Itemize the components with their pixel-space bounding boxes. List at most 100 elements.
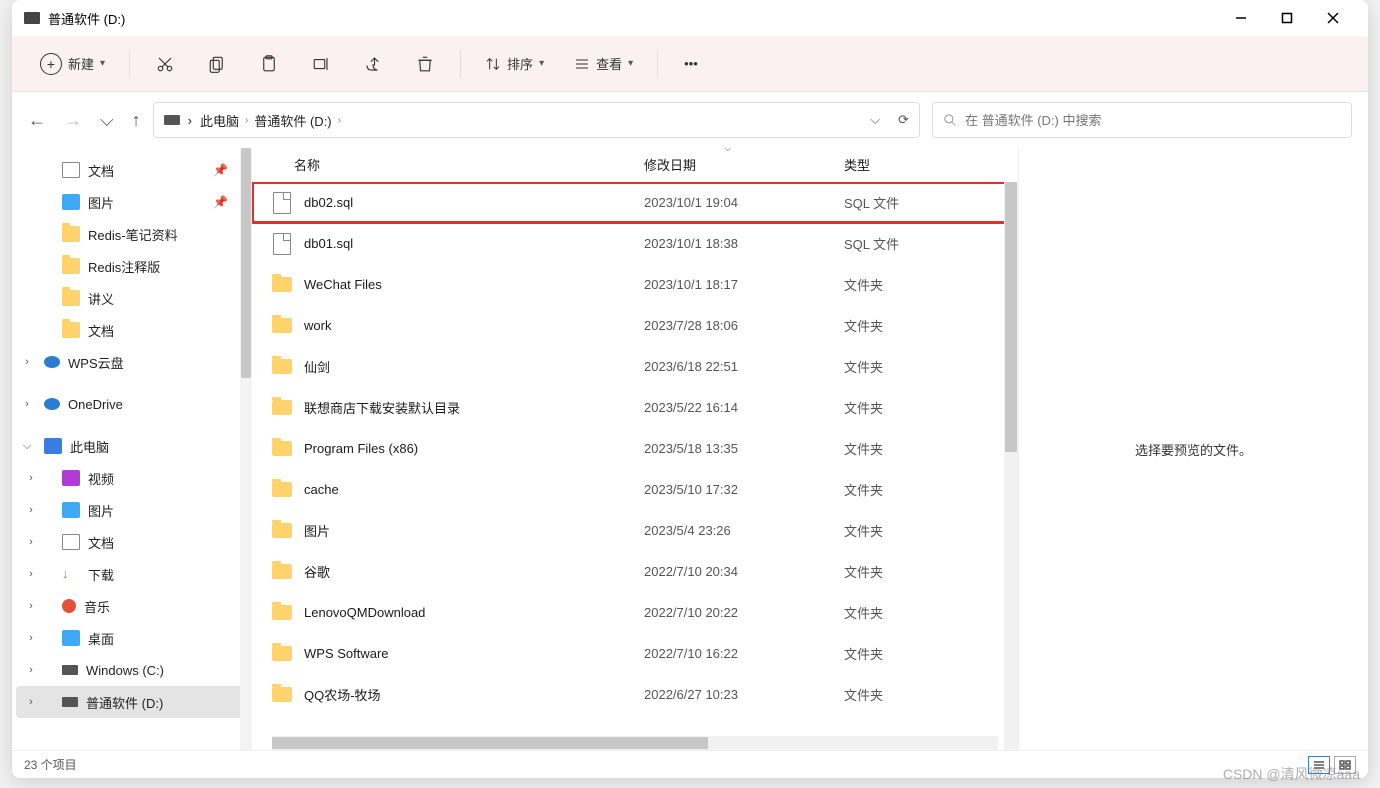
- sidebar-item[interactable]: ›视频: [16, 462, 248, 494]
- chevron-right-icon: ›: [20, 356, 34, 368]
- sidebar-item[interactable]: ›音乐: [16, 590, 248, 622]
- pic-icon: [62, 630, 80, 646]
- file-row[interactable]: QQ农场-牧场2022/6/27 10:23文件夹: [252, 674, 1018, 715]
- pic-icon: [62, 194, 80, 210]
- dropdown-button[interactable]: ⌵: [870, 112, 880, 128]
- refresh-button[interactable]: ⟳: [898, 112, 909, 128]
- file-row[interactable]: WPS Software2022/7/10 16:22文件夹: [252, 633, 1018, 674]
- share-button[interactable]: [350, 46, 396, 82]
- scrollbar-vertical[interactable]: [1004, 182, 1018, 750]
- maximize-button[interactable]: [1264, 2, 1310, 34]
- history-button[interactable]: ⌵: [100, 110, 114, 131]
- file-row[interactable]: 仙剑2023/6/18 22:51文件夹: [252, 346, 1018, 387]
- sidebar-item[interactable]: ›OneDrive: [16, 388, 248, 420]
- delete-button[interactable]: [402, 46, 448, 82]
- col-date[interactable]: 修改日期⌵: [644, 155, 844, 174]
- scrollbar[interactable]: [240, 148, 252, 750]
- file-row[interactable]: db02.sql2023/10/1 19:04SQL 文件: [252, 182, 1018, 223]
- sort-button[interactable]: 排序 ▾: [473, 46, 556, 82]
- file-type: 文件夹: [844, 275, 994, 294]
- file-row[interactable]: 谷歌2022/7/10 20:34文件夹: [252, 551, 1018, 592]
- file-row[interactable]: 图片2023/5/4 23:26文件夹: [252, 510, 1018, 551]
- sidebar-item[interactable]: ›图片: [16, 494, 248, 526]
- col-name[interactable]: 名称: [294, 155, 644, 174]
- window-buttons: [1218, 2, 1356, 34]
- sidebar-item[interactable]: 讲义: [16, 282, 248, 314]
- new-button[interactable]: + 新建 ▾: [28, 46, 117, 82]
- close-button[interactable]: [1310, 2, 1356, 34]
- breadcrumb-root[interactable]: 此电脑: [200, 111, 239, 130]
- address-bar[interactable]: › 此电脑 › 普通软件 (D:) › ⌵ ⟳: [153, 102, 920, 138]
- search-box[interactable]: [932, 102, 1352, 138]
- file-date: 2022/6/27 10:23: [644, 687, 844, 702]
- sidebar-item-label: 普通软件 (D:): [86, 693, 163, 712]
- title-bar[interactable]: 普通软件 (D:): [12, 0, 1368, 36]
- window-title: 普通软件 (D:): [48, 9, 1218, 28]
- file-row[interactable]: cache2023/5/10 17:32文件夹: [252, 469, 1018, 510]
- folder-icon: [272, 441, 292, 456]
- more-button[interactable]: •••: [670, 46, 712, 82]
- music-icon: [62, 599, 76, 613]
- sidebar-item[interactable]: ⌵此电脑: [16, 430, 248, 462]
- file-name: 联想商店下载安装默认目录: [294, 398, 644, 417]
- file-row[interactable]: db01.sql2023/10/1 18:38SQL 文件: [252, 223, 1018, 264]
- file-date: 2023/5/22 16:14: [644, 400, 844, 415]
- file-list[interactable]: db02.sql2023/10/1 19:04SQL 文件db01.sql202…: [252, 182, 1018, 750]
- file-date: 2023/6/18 22:51: [644, 359, 844, 374]
- chevron-right-icon: ›: [24, 632, 38, 644]
- cut-button[interactable]: [142, 46, 188, 82]
- copy-button[interactable]: [194, 46, 240, 82]
- sort-label: 排序: [507, 54, 533, 73]
- chevron-right-icon: ›: [24, 536, 38, 548]
- drive-icon: [62, 697, 78, 707]
- chevron-down-icon: ▾: [628, 58, 633, 69]
- file-row[interactable]: LenovoQMDownload2022/7/10 20:22文件夹: [252, 592, 1018, 633]
- sidebar-item[interactable]: Redis注释版: [16, 250, 248, 282]
- scrollbar-horizontal[interactable]: [272, 736, 998, 750]
- sidebar-item[interactable]: 文档📌: [16, 154, 248, 186]
- sidebar-item[interactable]: 文档: [16, 314, 248, 346]
- chevron-right-icon: ›: [20, 398, 34, 410]
- up-button[interactable]: ↑: [132, 110, 141, 131]
- rename-button[interactable]: [298, 46, 344, 82]
- sidebar-item[interactable]: ›桌面: [16, 622, 248, 654]
- sidebar[interactable]: 文档📌图片📌Redis-笔记资料Redis注释版讲义文档 ›WPS云盘 ›OneDr…: [12, 148, 252, 750]
- sidebar-item[interactable]: ›普通软件 (D:): [16, 686, 248, 718]
- file-type: 文件夹: [844, 480, 994, 499]
- sidebar-item[interactable]: 图片📌: [16, 186, 248, 218]
- file-row[interactable]: work2023/7/28 18:06文件夹: [252, 305, 1018, 346]
- minimize-button[interactable]: [1218, 2, 1264, 34]
- folder-icon: [272, 482, 292, 497]
- download-icon: ↓: [62, 566, 80, 582]
- folder-icon: [272, 605, 292, 620]
- breadcrumb-current[interactable]: 普通软件 (D:): [254, 111, 331, 130]
- paste-button[interactable]: [246, 46, 292, 82]
- scrollbar-thumb[interactable]: [241, 148, 251, 378]
- chevron-right-icon: ›: [338, 115, 341, 126]
- scrollbar-thumb[interactable]: [272, 737, 708, 749]
- view-button[interactable]: 查看 ▾: [562, 46, 645, 82]
- file-type: SQL 文件: [844, 234, 994, 253]
- sidebar-item[interactable]: ›文档: [16, 526, 248, 558]
- scrollbar-thumb[interactable]: [1005, 182, 1017, 452]
- file-row[interactable]: 联想商店下载安装默认目录2023/5/22 16:14文件夹: [252, 387, 1018, 428]
- pin-icon: 📌: [213, 163, 228, 177]
- file-type: 文件夹: [844, 439, 994, 458]
- cloud-icon: [44, 398, 60, 410]
- folder-icon: [272, 646, 292, 661]
- sidebar-item-label: 文档: [88, 321, 114, 340]
- col-type[interactable]: 类型: [844, 155, 994, 174]
- search-input[interactable]: [965, 113, 1341, 128]
- sidebar-item-label: Windows (C:): [86, 663, 164, 678]
- back-button[interactable]: ←: [28, 110, 46, 131]
- new-label: 新建: [68, 54, 94, 73]
- folder-icon: [272, 564, 292, 579]
- file-name: LenovoQMDownload: [294, 605, 644, 620]
- forward-button[interactable]: →: [64, 110, 82, 131]
- sidebar-item[interactable]: ›↓下载: [16, 558, 248, 590]
- sidebar-item[interactable]: ›Windows (C:): [16, 654, 248, 686]
- sidebar-item[interactable]: ›WPS云盘: [16, 346, 248, 378]
- file-row[interactable]: WeChat Files2023/10/1 18:17文件夹: [252, 264, 1018, 305]
- file-row[interactable]: Program Files (x86)2023/5/18 13:35文件夹: [252, 428, 1018, 469]
- sidebar-item[interactable]: Redis-笔记资料: [16, 218, 248, 250]
